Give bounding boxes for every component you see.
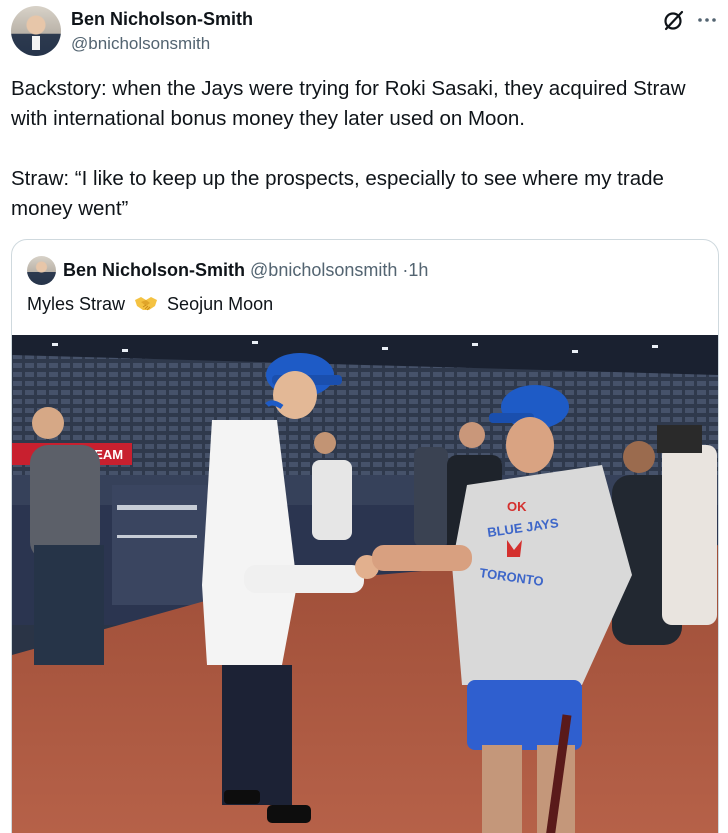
grok-icon[interactable] [662,8,686,32]
quoted-text-left: Myles Straw [27,294,126,314]
shirt-text-top: OK [507,499,527,514]
author-name[interactable]: Ben Nicholson-Smith [71,8,253,30]
quoted-author-handle[interactable]: @bnicholsonsmith [250,260,397,280]
quoted-photo[interactable]: S TEAM OK BLUE JAYS TORONTO [12,335,718,833]
tweet-header: Ben Nicholson-Smith @bnicholsonsmith [11,6,717,58]
quoted-tweet[interactable]: Ben Nicholson-Smith @bnicholsonsmith ·1h… [11,239,719,833]
quoted-text-right: Seojun Moon [167,294,274,314]
quoted-author-avatar[interactable] [27,256,56,285]
tweet-text: Backstory: when the Jays were trying for… [11,77,686,220]
quoted-author-name[interactable]: Ben Nicholson-Smith [63,260,245,280]
more-icon[interactable] [695,8,719,32]
author-avatar[interactable] [11,6,61,56]
author-handle[interactable]: @bnicholsonsmith [71,33,210,55]
photo-illustration: S TEAM OK BLUE JAYS TORONTO [12,335,718,833]
quoted-tweet-header: Ben Nicholson-Smith @bnicholsonsmith ·1h [63,259,428,281]
handshake-icon [135,297,158,311]
quoted-timestamp[interactable]: 1h [408,260,428,280]
quoted-tweet-text: Myles Straw Seojun Moon [27,292,273,316]
